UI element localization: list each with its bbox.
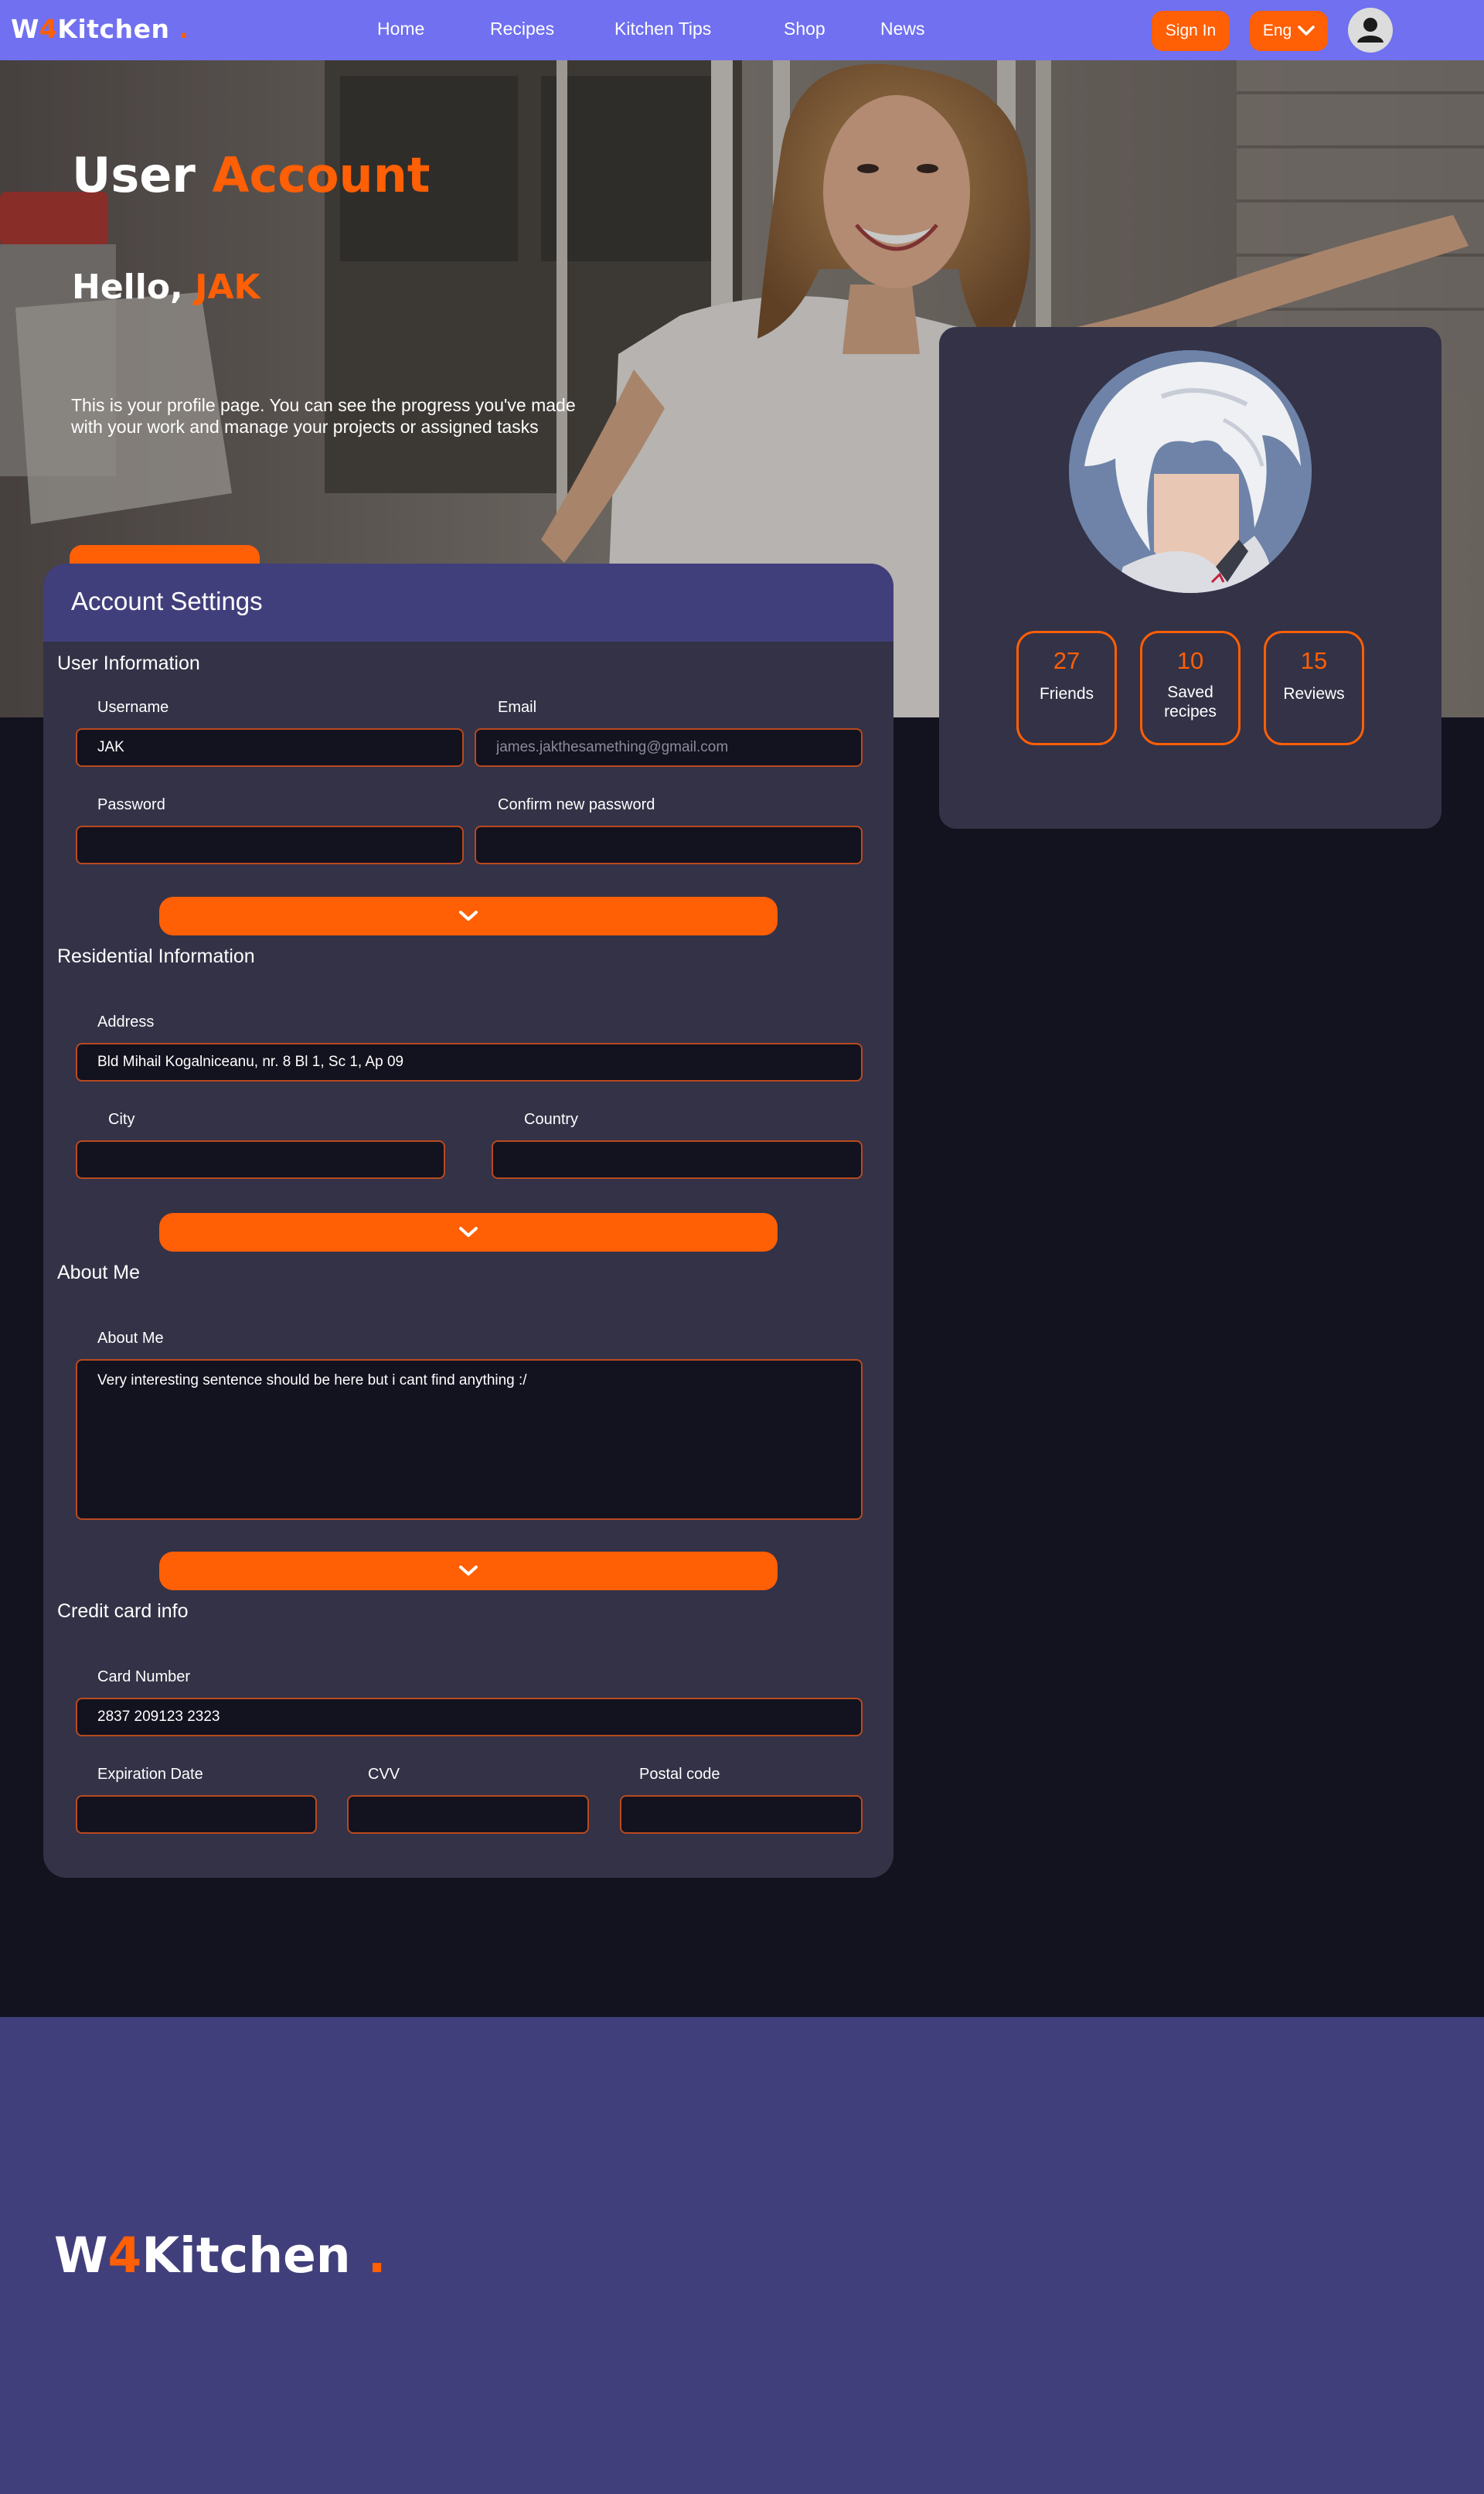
- email-input[interactable]: [475, 728, 863, 767]
- footer-logo-kitchen: Kitchen: [141, 2227, 351, 2284]
- sign-in-button[interactable]: Sign In: [1152, 11, 1230, 51]
- stat-saved-recipes[interactable]: 10 Saved recipes: [1140, 631, 1241, 745]
- chevron-down-icon: [1298, 26, 1315, 36]
- greeting-hello: Hello,: [72, 267, 183, 307]
- brand-logo[interactable]: W4Kitchen .: [11, 14, 189, 44]
- profile-card: 27 Friends 10 Saved recipes 15 Reviews: [939, 327, 1441, 829]
- username-input[interactable]: [76, 728, 464, 767]
- postal-code-label: Postal code: [639, 1766, 720, 1783]
- address-label: Address: [97, 1014, 155, 1031]
- footer: W4Kitchen .: [0, 2017, 1484, 2494]
- chevron-down-icon: [459, 911, 478, 921]
- stat-friends[interactable]: 27 Friends: [1016, 631, 1117, 745]
- email-label: Email: [498, 699, 537, 716]
- nav-link-shop[interactable]: Shop: [784, 19, 825, 39]
- country-input[interactable]: [492, 1140, 863, 1179]
- password-label: Password: [97, 796, 165, 813]
- user-info-expand-button[interactable]: [159, 897, 778, 935]
- cvv-input[interactable]: [347, 1795, 589, 1834]
- footer-logo-w: W: [54, 2227, 108, 2284]
- profile-avatar[interactable]: [1069, 350, 1312, 593]
- about-me-label: About Me: [97, 1330, 164, 1347]
- about-me-expand-button[interactable]: [159, 1552, 778, 1590]
- nav-link-kitchen-tips[interactable]: Kitchen Tips: [614, 19, 711, 39]
- stat-friends-value: 27: [1053, 647, 1081, 674]
- password-input[interactable]: [76, 826, 464, 864]
- section-title-residential-information: Residential Information: [57, 945, 255, 967]
- logo-four: 4: [39, 14, 58, 44]
- nav-link-recipes[interactable]: Recipes: [490, 19, 554, 39]
- confirm-password-input[interactable]: [475, 826, 863, 864]
- section-title-about-me: About Me: [57, 1262, 141, 1283]
- address-input[interactable]: [76, 1043, 863, 1082]
- stat-reviews-value: 15: [1300, 647, 1328, 674]
- language-label: Eng: [1262, 22, 1292, 39]
- stat-reviews-label: Reviews: [1283, 685, 1345, 703]
- logo-kitchen: Kitchen: [57, 14, 170, 44]
- nav-link-home[interactable]: Home: [377, 19, 424, 39]
- account-settings-panel: Account Settings User Information Userna…: [43, 564, 893, 1878]
- expiration-date-label: Expiration Date: [97, 1766, 203, 1783]
- footer-logo-dot: .: [367, 2227, 386, 2284]
- postal-code-input[interactable]: [620, 1795, 863, 1834]
- greeting-username: JAK: [195, 267, 260, 307]
- card-number-input[interactable]: [76, 1698, 863, 1736]
- language-dropdown[interactable]: Eng: [1250, 11, 1328, 51]
- profile-description: This is your profile page. You can see t…: [71, 395, 576, 437]
- residential-expand-button[interactable]: [159, 1213, 778, 1252]
- account-settings-title: Account Settings: [71, 587, 263, 615]
- section-title-user-information: User Information: [57, 652, 200, 674]
- footer-logo[interactable]: W4Kitchen .: [54, 2227, 386, 2284]
- chevron-down-icon: [459, 1227, 478, 1237]
- nav-link-news[interactable]: News: [880, 19, 925, 39]
- country-label: Country: [524, 1111, 579, 1128]
- city-input[interactable]: [76, 1140, 445, 1179]
- user-icon: [1357, 18, 1384, 43]
- top-navbar: W4Kitchen . Home Recipes Kitchen Tips Sh…: [0, 0, 1484, 60]
- username-label: Username: [97, 699, 169, 716]
- chevron-down-icon: [459, 1566, 478, 1576]
- stat-reviews[interactable]: 15 Reviews: [1264, 631, 1364, 745]
- stat-saved-recipes-label: Saved recipes: [1164, 683, 1217, 721]
- footer-logo-four: 4: [107, 2227, 142, 2284]
- stat-saved-recipes-value: 10: [1176, 647, 1204, 674]
- logo-dot: .: [179, 14, 189, 44]
- page-title-user: User: [72, 147, 196, 203]
- cvv-label: CVV: [368, 1766, 400, 1783]
- stat-friends-label: Friends: [1039, 685, 1094, 703]
- about-me-textarea[interactable]: Very interesting sentence should be here…: [76, 1359, 863, 1520]
- account-settings-header: Account Settings: [43, 564, 893, 642]
- logo-letter-w: W: [11, 14, 39, 44]
- confirm-password-label: Confirm new password: [498, 796, 655, 813]
- section-title-credit-card-info: Credit card info: [57, 1600, 189, 1622]
- city-label: City: [108, 1111, 135, 1128]
- card-number-label: Card Number: [97, 1668, 191, 1685]
- anime-avatar-image: [1069, 350, 1312, 593]
- expiration-date-input[interactable]: [76, 1795, 317, 1834]
- user-avatar-button[interactable]: [1348, 8, 1393, 53]
- page-title: User Account: [72, 147, 430, 203]
- greeting: Hello, JAK: [72, 267, 260, 307]
- page-title-account: Account: [212, 147, 431, 203]
